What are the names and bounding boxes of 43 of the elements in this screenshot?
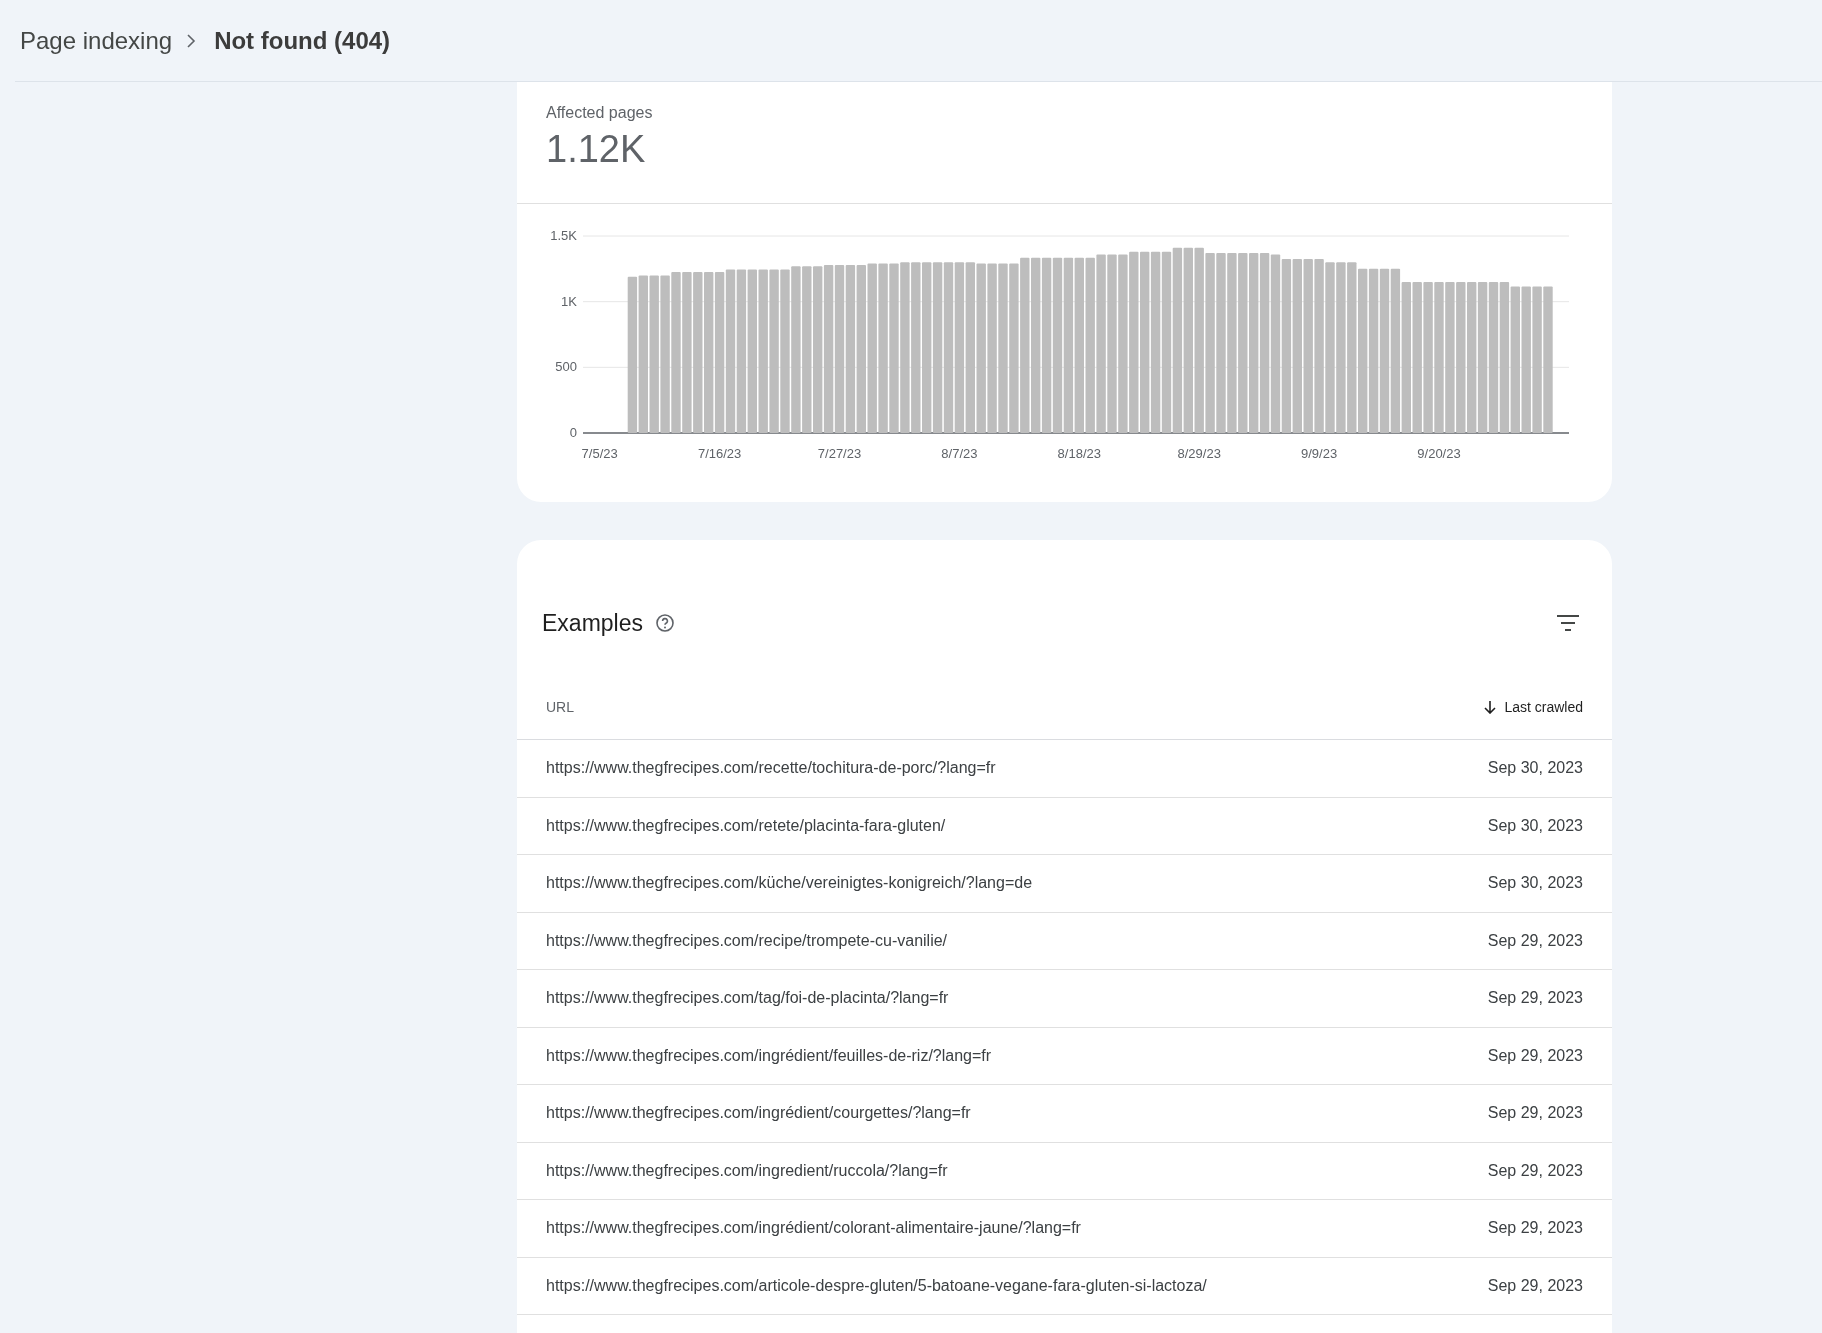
date-cell: Sep 29, 2023: [1487, 1219, 1583, 1238]
section-title: Examples: [542, 609, 643, 637]
url-cell: https://www.thegfrecipes.com/recipe/trompete-cu-vanilie/: [546, 931, 948, 950]
url-cell: https://www.thegfrecipes.com/articole-despre-gluten/5-batoane-vegane-fara-gluten-si-lactoza/: [546, 1276, 1207, 1295]
url-cell: https://www.thegfrecipes.com/küche/vereinigtes-konigreich/?lang=de: [546, 874, 1033, 893]
breadcrumb-link[interactable]: Page indexing: [20, 26, 173, 55]
date-cell: Sep 29, 2023: [1487, 1276, 1583, 1295]
column-header[interactable]: Last crawled: [1484, 698, 1583, 715]
url-cell: https://www.thegfrecipes.com/ingrédient/courgettes/?lang=fr: [546, 1104, 971, 1123]
x-axis-label: 8/29/23: [1177, 446, 1221, 461]
x-axis-label: 8/18/23: [1057, 446, 1101, 461]
x-axis-label: 9/20/23: [1417, 446, 1461, 461]
filter-icon: [1556, 614, 1580, 632]
column-header[interactable]: URL: [546, 698, 574, 715]
y-axis-label: 0: [569, 425, 577, 440]
date-cell: Sep 30, 2023: [1487, 759, 1583, 778]
url-cell: https://www.thegfrecipes.com/recette/tochitura-de-porc/?lang=fr: [546, 759, 996, 778]
metric-label: Affected pages: [546, 104, 654, 122]
x-axis-label: 8/7/23: [941, 446, 978, 461]
url-cell: https://www.thegfrecipes.com/ingredient/ruccola/?lang=fr: [546, 1161, 948, 1180]
y-axis-label: 1K: [561, 293, 577, 309]
url-cell: https://www.thegfrecipes.com/ingrédient/colorant-alimentaire-jaune/?lang=fr: [546, 1219, 1081, 1238]
y-axis-label: 1.5K: [550, 228, 577, 243]
url-cell: https://www.thegfrecipes.com/tag/foi-de-placinta/?lang=fr: [546, 989, 949, 1008]
metric-value: 1.12K: [546, 128, 647, 171]
date-cell: Sep 29, 2023: [1487, 1046, 1583, 1065]
date-cell: Sep 29, 2023: [1487, 1161, 1583, 1180]
x-axis-label: 7/5/23: [581, 446, 618, 461]
date-cell: Sep 29, 2023: [1487, 989, 1583, 1008]
help-icon[interactable]: [655, 613, 675, 633]
url-cell: https://www.thegfrecipes.com/ingrédient/feuilles-de-riz/?lang=fr: [546, 1046, 992, 1065]
chevron-right-icon: [186, 33, 197, 48]
url-cell: https://www.thegfrecipes.com/retete/placinta-fara-gluten/: [546, 816, 946, 835]
date-cell: Sep 29, 2023: [1487, 931, 1583, 950]
date-cell: Sep 30, 2023: [1487, 874, 1583, 893]
y-axis-label: 500: [555, 359, 577, 375]
date-cell: Sep 29, 2023: [1487, 1104, 1583, 1123]
x-axis-label: 7/27/23: [817, 446, 862, 461]
x-axis-label: 9/9/23: [1301, 446, 1338, 461]
date-cell: Sep 30, 2023: [1487, 816, 1583, 835]
arrow-down-icon: [1484, 699, 1497, 714]
x-axis-label: 7/16/23: [697, 446, 742, 461]
page-title: Not found (404): [214, 26, 391, 55]
